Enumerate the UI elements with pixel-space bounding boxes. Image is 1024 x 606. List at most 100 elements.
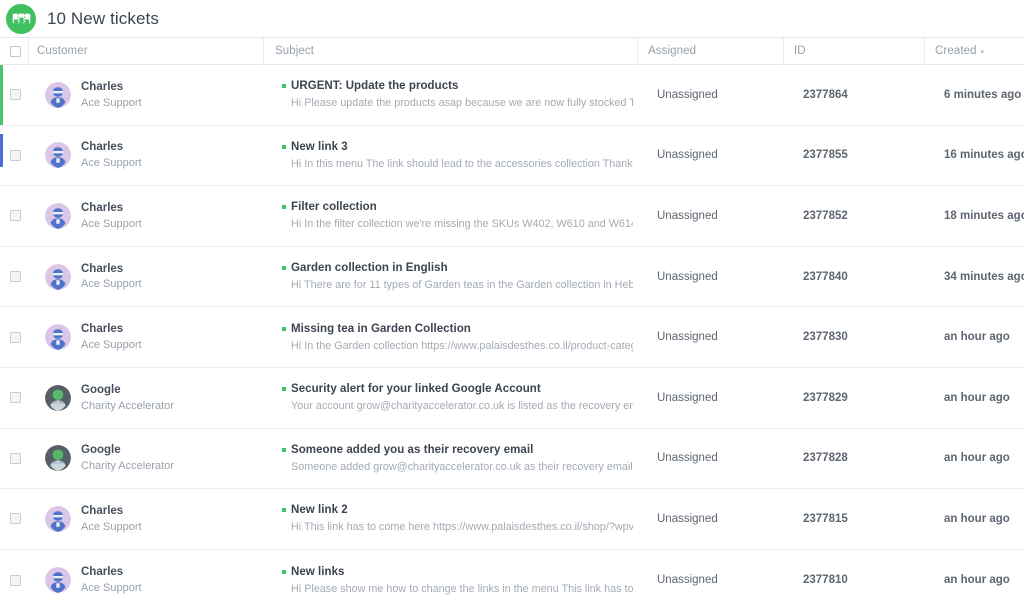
ticket-id: 2377855 (793, 149, 848, 161)
id-cell[interactable]: 2377829 (783, 368, 924, 428)
ticket-id: 2377852 (793, 210, 848, 222)
customer-cell[interactable]: Charles Ace Support (28, 247, 263, 307)
table-row[interactable]: Google Charity Accelerator Someone added… (0, 429, 1024, 490)
table-row[interactable]: Charles Ace Support Missing tea in Garde… (0, 307, 1024, 368)
assigned-cell[interactable]: Unassigned (637, 550, 783, 606)
assigned-cell[interactable]: Unassigned (637, 247, 783, 307)
table-row[interactable]: Charles Ace Support Filter collection Hi… (0, 186, 1024, 247)
assigned-cell[interactable]: Unassigned (637, 368, 783, 428)
row-select-cell[interactable] (0, 186, 28, 246)
subject-preview: Hi Please show me how to change the link… (291, 583, 633, 595)
row-checkbox[interactable] (10, 392, 21, 403)
row-select-cell[interactable] (0, 307, 28, 367)
subject-cell[interactable]: New link 3 Hi In this menu The link shou… (263, 126, 637, 186)
subject-cell[interactable]: Garden collection in English Hi There ar… (263, 247, 637, 307)
subject-preview: Hi Please update the products asap becau… (291, 97, 633, 109)
created-cell[interactable]: an hour ago (924, 368, 1024, 428)
customer-cell[interactable]: Google Charity Accelerator (28, 368, 263, 428)
row-checkbox[interactable] (10, 150, 21, 161)
subject-preview: Hi In this menu The link should lead to … (291, 158, 633, 170)
assigned-cell[interactable]: Unassigned (637, 126, 783, 186)
avatar-charles (45, 82, 71, 108)
column-header-assigned[interactable]: Assigned (637, 38, 783, 65)
id-cell[interactable]: 2377855 (783, 126, 924, 186)
status-dot-icon (282, 508, 286, 512)
id-cell[interactable]: 2377852 (783, 186, 924, 246)
ticket-id: 2377815 (793, 513, 848, 525)
assigned-cell[interactable]: Unassigned (637, 489, 783, 549)
created-cell[interactable]: 34 minutes ago (924, 247, 1024, 307)
subject-cell[interactable]: URGENT: Update the products Hi Please up… (263, 65, 637, 125)
customer-name: Charles (81, 322, 142, 337)
row-select-cell[interactable] (0, 429, 28, 489)
column-header-id[interactable]: ID (783, 38, 924, 65)
row-select-cell[interactable] (0, 65, 28, 125)
column-header-created[interactable]: Created ▾ (924, 38, 1024, 65)
ticket-icon (6, 4, 36, 34)
table-row[interactable]: Charles Ace Support New links Hi Please … (0, 550, 1024, 606)
created-value: 18 minutes ago (934, 210, 1024, 222)
id-cell[interactable]: 2377815 (783, 489, 924, 549)
assigned-value: Unassigned (647, 89, 718, 101)
avatar-charles (45, 567, 71, 593)
created-value: an hour ago (934, 331, 1010, 343)
column-header-customer[interactable]: Customer (28, 38, 263, 65)
created-cell[interactable]: an hour ago (924, 550, 1024, 606)
id-cell[interactable]: 2377810 (783, 550, 924, 606)
status-dot-icon (282, 448, 286, 452)
column-header-subject[interactable]: Subject (263, 38, 637, 65)
created-cell[interactable]: 18 minutes ago (924, 186, 1024, 246)
row-checkbox[interactable] (10, 210, 21, 221)
table-row[interactable]: Charles Ace Support Garden collection in… (0, 247, 1024, 308)
assigned-cell[interactable]: Unassigned (637, 65, 783, 125)
id-cell[interactable]: 2377830 (783, 307, 924, 367)
subject-cell[interactable]: Someone added you as their recovery emai… (263, 429, 637, 489)
id-cell[interactable]: 2377828 (783, 429, 924, 489)
table-row[interactable]: Google Charity Accelerator Security aler… (0, 368, 1024, 429)
created-cell[interactable]: 6 minutes ago (924, 65, 1024, 125)
row-select-cell[interactable] (0, 126, 28, 186)
assigned-cell[interactable]: Unassigned (637, 186, 783, 246)
subject-cell[interactable]: Missing tea in Garden Collection Hi In t… (263, 307, 637, 367)
id-cell[interactable]: 2377864 (783, 65, 924, 125)
created-cell[interactable]: an hour ago (924, 429, 1024, 489)
created-cell[interactable]: an hour ago (924, 307, 1024, 367)
ticket-id: 2377829 (793, 392, 848, 404)
select-all-checkbox[interactable] (10, 46, 21, 57)
assigned-cell[interactable]: Unassigned (637, 307, 783, 367)
id-cell[interactable]: 2377840 (783, 247, 924, 307)
customer-cell[interactable]: Charles Ace Support (28, 489, 263, 549)
customer-cell[interactable]: Charles Ace Support (28, 307, 263, 367)
table-row[interactable]: Charles Ace Support New link 3 Hi In thi… (0, 126, 1024, 187)
row-checkbox[interactable] (10, 575, 21, 586)
table-row[interactable]: Charles Ace Support URGENT: Update the p… (0, 65, 1024, 126)
row-select-cell[interactable] (0, 247, 28, 307)
created-cell[interactable]: 16 minutes ago (924, 126, 1024, 186)
subject-cell[interactable]: New link 2 Hi This link has to come here… (263, 489, 637, 549)
customer-cell[interactable]: Charles Ace Support (28, 65, 263, 125)
avatar-charles (45, 264, 71, 290)
customer-cell[interactable]: Charles Ace Support (28, 550, 263, 606)
subject-cell[interactable]: New links Hi Please show me how to chang… (263, 550, 637, 606)
row-select-cell[interactable] (0, 368, 28, 428)
row-checkbox[interactable] (10, 332, 21, 343)
row-checkbox[interactable] (10, 513, 21, 524)
subject-title: New link 2 (291, 504, 348, 516)
customer-cell[interactable]: Charles Ace Support (28, 126, 263, 186)
subject-cell[interactable]: Security alert for your linked Google Ac… (263, 368, 637, 428)
customer-cell[interactable]: Charles Ace Support (28, 186, 263, 246)
customer-cell[interactable]: Google Charity Accelerator (28, 429, 263, 489)
subject-preview: Someone added grow@charityaccelerator.co… (291, 461, 633, 473)
created-cell[interactable]: an hour ago (924, 489, 1024, 549)
table-row[interactable]: Charles Ace Support New link 2 Hi This l… (0, 489, 1024, 550)
row-checkbox[interactable] (10, 89, 21, 100)
row-checkbox[interactable] (10, 453, 21, 464)
customer-org: Ace Support (81, 277, 142, 291)
assigned-cell[interactable]: Unassigned (637, 429, 783, 489)
row-select-cell[interactable] (0, 489, 28, 549)
row-select-cell[interactable] (0, 550, 28, 606)
status-dot-icon (282, 84, 286, 88)
select-all-cell[interactable] (0, 38, 28, 65)
subject-cell[interactable]: Filter collection Hi In the filter colle… (263, 186, 637, 246)
row-checkbox[interactable] (10, 271, 21, 282)
